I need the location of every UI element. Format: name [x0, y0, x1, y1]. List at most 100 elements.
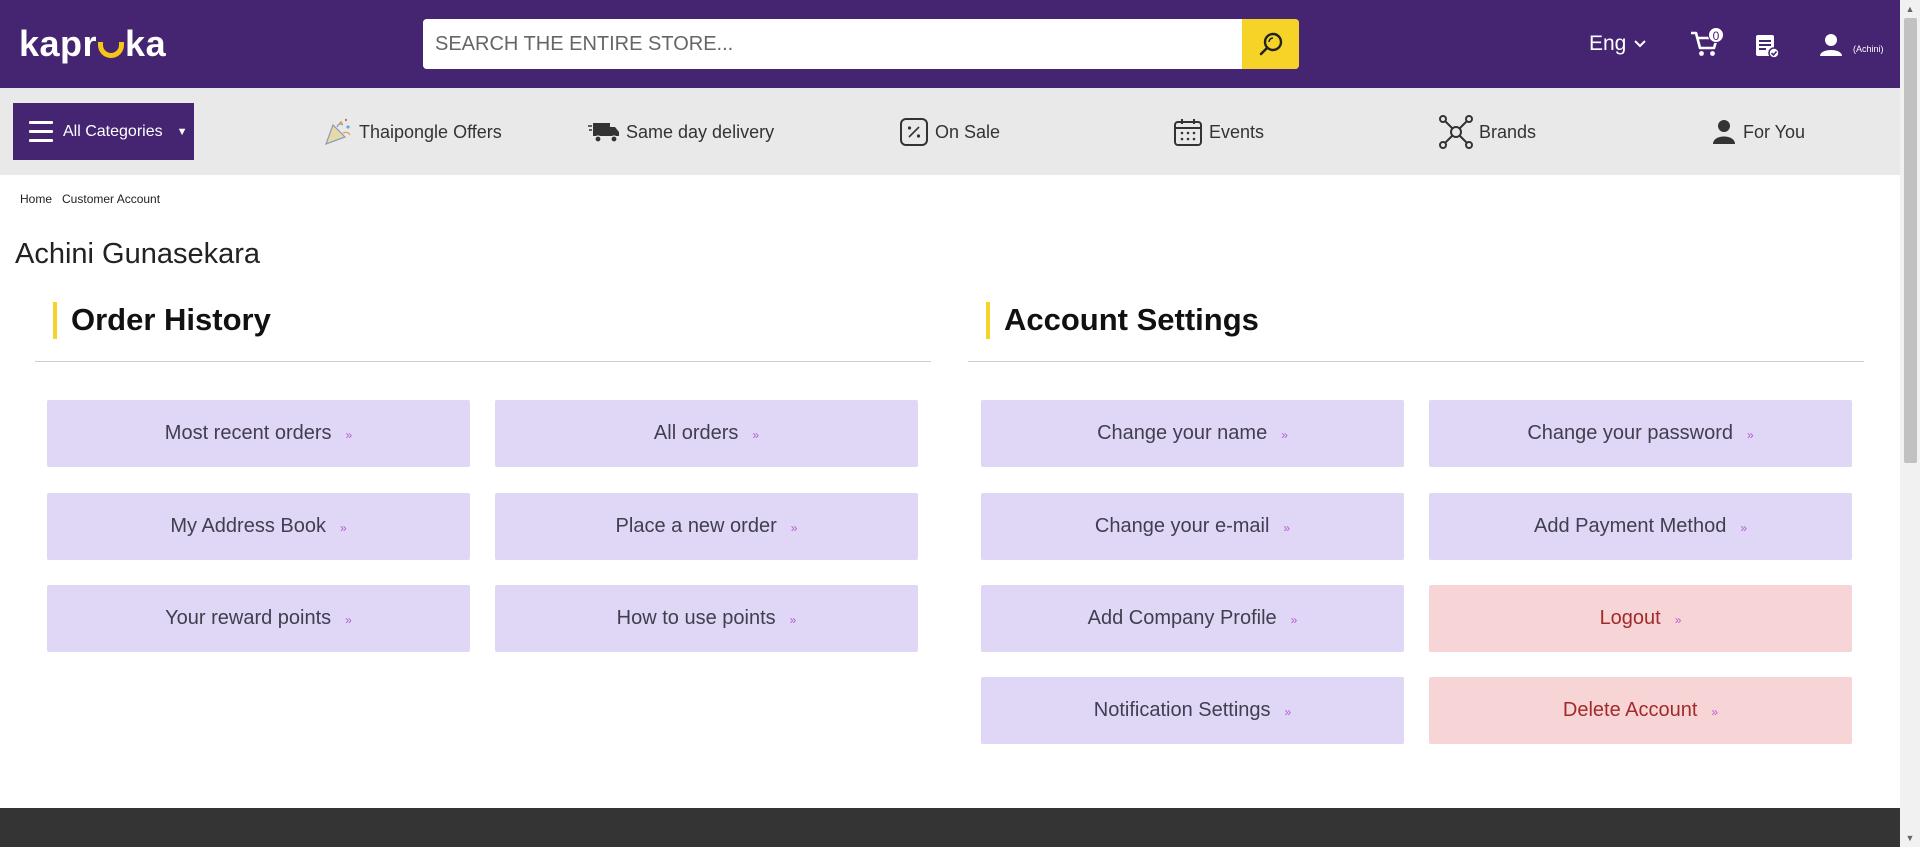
button-label: All orders: [653, 422, 739, 444]
button-label: Add Company Profile: [1087, 607, 1277, 629]
chevron-right-icon: »: [1674, 612, 1682, 627]
button-label: Logout: [1599, 607, 1661, 629]
order-list-icon: [1756, 35, 1780, 59]
button-label: Change your e-mail: [1094, 515, 1270, 537]
kapruka-logo[interactable]: kapr ka: [19, 23, 167, 64]
language-selector[interactable]: Eng: [1589, 32, 1647, 56]
chevron-right-icon: »: [1290, 612, 1298, 627]
chevron-right-icon: »: [345, 427, 353, 442]
order-history-divider: [35, 361, 931, 362]
notification-settings-button[interactable]: Notification Settings »: [981, 677, 1404, 744]
chevron-right-icon: »: [752, 427, 760, 442]
how-to-use-points-button[interactable]: How to use points »: [495, 585, 918, 652]
button-label: Change your name: [1097, 422, 1268, 444]
nav-item-label: Brands: [1479, 121, 1537, 142]
all-categories-button[interactable]: All Categories ▼: [13, 103, 194, 160]
person-icon: [1713, 120, 1735, 144]
nav-same-day-delivery[interactable]: Same day delivery: [588, 118, 774, 146]
chevron-right-icon: »: [339, 520, 347, 535]
scrollbar-thumb[interactable]: [1904, 18, 1917, 463]
change-name-button[interactable]: Change your name »: [981, 400, 1404, 467]
category-nav: All Categories ▼ Thaipongle Offers Same …: [0, 88, 1900, 175]
button-label: My Address Book: [170, 515, 326, 537]
chevron-right-icon: »: [345, 612, 352, 627]
breadcrumb: Home Customer Account: [20, 192, 160, 206]
change-email-button[interactable]: Change your e-mail »: [981, 493, 1404, 560]
logo-text-right: ka: [125, 23, 167, 64]
scroll-down-arrow-icon[interactable]: ▼: [1900, 829, 1920, 847]
nav-for-you[interactable]: For You: [1711, 118, 1805, 146]
chevron-right-icon: »: [790, 520, 798, 535]
nav-item-label: Same day delivery: [626, 121, 775, 142]
all-orders-button[interactable]: All orders »: [495, 400, 918, 467]
nav-item-label: Events: [1209, 121, 1265, 142]
caret-down-icon: ▼: [176, 125, 188, 138]
button-label: Place a new order: [615, 515, 777, 537]
search-icon: [1259, 32, 1282, 56]
breadcrumb-current: Customer Account: [62, 192, 161, 206]
account-settings-title: Account Settings: [1004, 302, 1259, 337]
nav-item-label: Thaipongle Offers: [359, 121, 502, 142]
button-label: Change your password: [1527, 422, 1733, 444]
cart-count-badge: 0: [1708, 27, 1724, 43]
chevron-right-icon: »: [789, 612, 797, 627]
account-button[interactable]: [1818, 33, 1844, 62]
nav-on-sale[interactable]: On Sale: [899, 118, 1000, 146]
top-header: kaprka Eng 0: [0, 0, 1900, 88]
search-button[interactable]: [1242, 19, 1299, 69]
place-new-order-button[interactable]: Place a new order »: [495, 493, 918, 560]
user-name-label: (Achini): [1853, 44, 1884, 54]
percent-tag-icon: [900, 118, 928, 146]
network-hub-icon: [1439, 115, 1473, 149]
chevron-right-icon: »: [1283, 520, 1291, 535]
chevron-right-icon: »: [1284, 704, 1292, 719]
button-label: Most recent orders: [164, 422, 332, 444]
nav-item-label: For You: [1743, 121, 1806, 142]
nav-events[interactable]: Events: [1173, 118, 1264, 146]
chevron-right-icon: »: [1740, 520, 1748, 535]
chevron-down-icon: [1634, 40, 1647, 48]
button-label: Your reward points: [165, 607, 332, 629]
add-company-profile-button[interactable]: Add Company Profile »: [981, 585, 1404, 652]
logo-smile: [98, 42, 125, 58]
heading-accent-bar: [986, 301, 990, 339]
user-icon: [1820, 34, 1842, 56]
add-payment-method-button[interactable]: Add Payment Method »: [1429, 493, 1852, 560]
nav-brands[interactable]: Brands: [1439, 115, 1537, 149]
most-recent-orders-button[interactable]: Most recent orders »: [47, 400, 470, 467]
chevron-right-icon: »: [1281, 427, 1288, 442]
button-label: Notification Settings: [1093, 699, 1271, 721]
order-history-title: Order History: [71, 302, 271, 337]
scroll-up-arrow-icon[interactable]: ▲: [1900, 0, 1920, 18]
language-label: Eng: [1589, 32, 1627, 55]
party-popper-icon: [324, 118, 351, 146]
order-history-heading: Order History: [53, 300, 271, 340]
change-password-button[interactable]: Change your password »: [1429, 400, 1852, 467]
customer-name-title: Achini Gunasekara: [15, 238, 261, 270]
calendar-icon: [1174, 119, 1202, 146]
breadcrumb-home-link[interactable]: Home: [20, 192, 52, 206]
search-input[interactable]: [423, 19, 1241, 69]
delivery-truck-icon: [588, 123, 619, 143]
search-bar: [423, 19, 1299, 69]
my-address-book-button[interactable]: My Address Book »: [47, 493, 470, 560]
logo-text-left: kapr: [19, 23, 98, 64]
reward-points-button[interactable]: Your reward points »: [47, 585, 470, 652]
button-label: Add Payment Method: [1533, 515, 1727, 537]
logout-button[interactable]: Logout »: [1429, 585, 1852, 652]
chevron-right-icon: »: [1747, 427, 1754, 442]
all-categories-label: All Categories: [63, 122, 163, 140]
footer: [0, 808, 1900, 847]
hamburger-icon: [29, 121, 53, 142]
account-settings-heading: Account Settings: [986, 300, 1259, 340]
nav-item-label: On Sale: [935, 121, 1001, 142]
vertical-scrollbar[interactable]: ▲ ▼: [1900, 0, 1920, 847]
orders-button[interactable]: [1754, 33, 1780, 64]
button-label: Delete Account: [1562, 699, 1698, 721]
button-label: How to use points: [616, 607, 776, 629]
heading-accent-bar: [53, 301, 57, 339]
nav-thaipongle-offers[interactable]: Thaipongle Offers: [323, 118, 502, 146]
delete-account-button[interactable]: Delete Account »: [1429, 677, 1852, 744]
chevron-right-icon: »: [1711, 704, 1719, 719]
page: kaprka Eng 0: [0, 0, 1900, 847]
